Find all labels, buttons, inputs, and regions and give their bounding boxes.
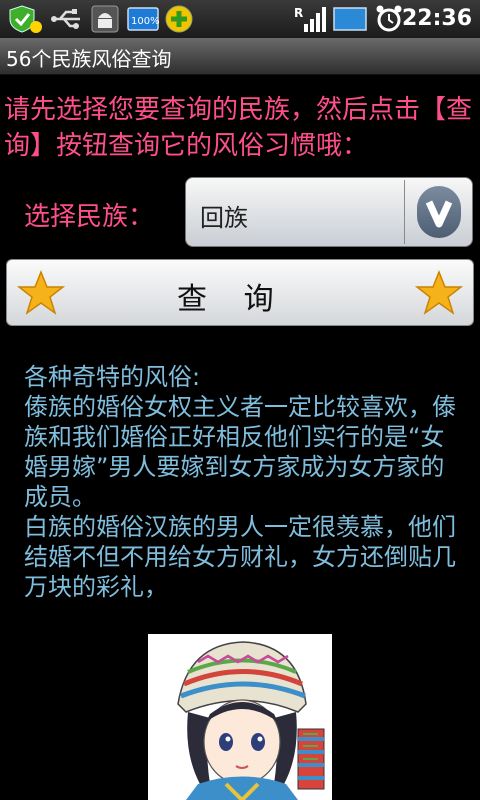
ethnic-illustration-image — [148, 634, 332, 800]
customs-entry: 傣族的婚俗女权主义者一定比较喜欢，傣族和我们婚俗正好相反他们实行的是“女婚男嫁”… — [24, 393, 456, 511]
customs-heading: 各种奇特的风俗: — [24, 363, 201, 391]
customs-text: 各种奇特的风俗: 傣族的婚俗女权主义者一定比较喜欢，傣族和我们婚俗正好相反他们实… — [24, 362, 464, 602]
signal-icon: R — [294, 6, 326, 32]
status-time: 22:36 — [401, 6, 472, 31]
query-button-label: 查 询 — [177, 282, 276, 317]
shield-check-icon — [9, 5, 42, 33]
ethnic-select-label: 选择民族： — [24, 202, 155, 232]
battery-percent: 100% — [131, 16, 160, 27]
app-title: 56个民族风俗查询 — [6, 47, 172, 71]
star-right-icon — [415, 270, 463, 315]
ethnic-spinner-value: 回族 — [200, 204, 248, 232]
chevron-down-icon — [425, 200, 453, 228]
status-bar: 100% R 22:36 — [0, 0, 480, 38]
customs-entry: 白族的婚俗汉族的男人一定很羡慕，他们结婚不但不用给女方财礼，女方还倒贴几万块的彩… — [24, 513, 456, 601]
alarm-icon — [376, 5, 402, 32]
svg-text:R: R — [294, 6, 303, 20]
instruction-text: 请先选择您要查询的民族，然后点击【查询】按钮查询它的风俗习惯哦： — [4, 95, 473, 161]
spinner-divider — [404, 180, 405, 244]
star-left-icon — [17, 270, 65, 315]
query-button[interactable]: 查 询 — [6, 259, 474, 326]
title-bar: 56个民族风俗查询 — [0, 38, 480, 75]
ethnic-spinner[interactable]: 回族 — [185, 177, 473, 247]
add-icon — [165, 5, 193, 33]
usb-icon — [51, 9, 80, 29]
wifi-icon — [333, 7, 367, 31]
android-debug-icon — [91, 5, 119, 33]
spinner-dropdown-button[interactable] — [417, 186, 461, 238]
battery-100-icon: 100% — [127, 7, 160, 31]
